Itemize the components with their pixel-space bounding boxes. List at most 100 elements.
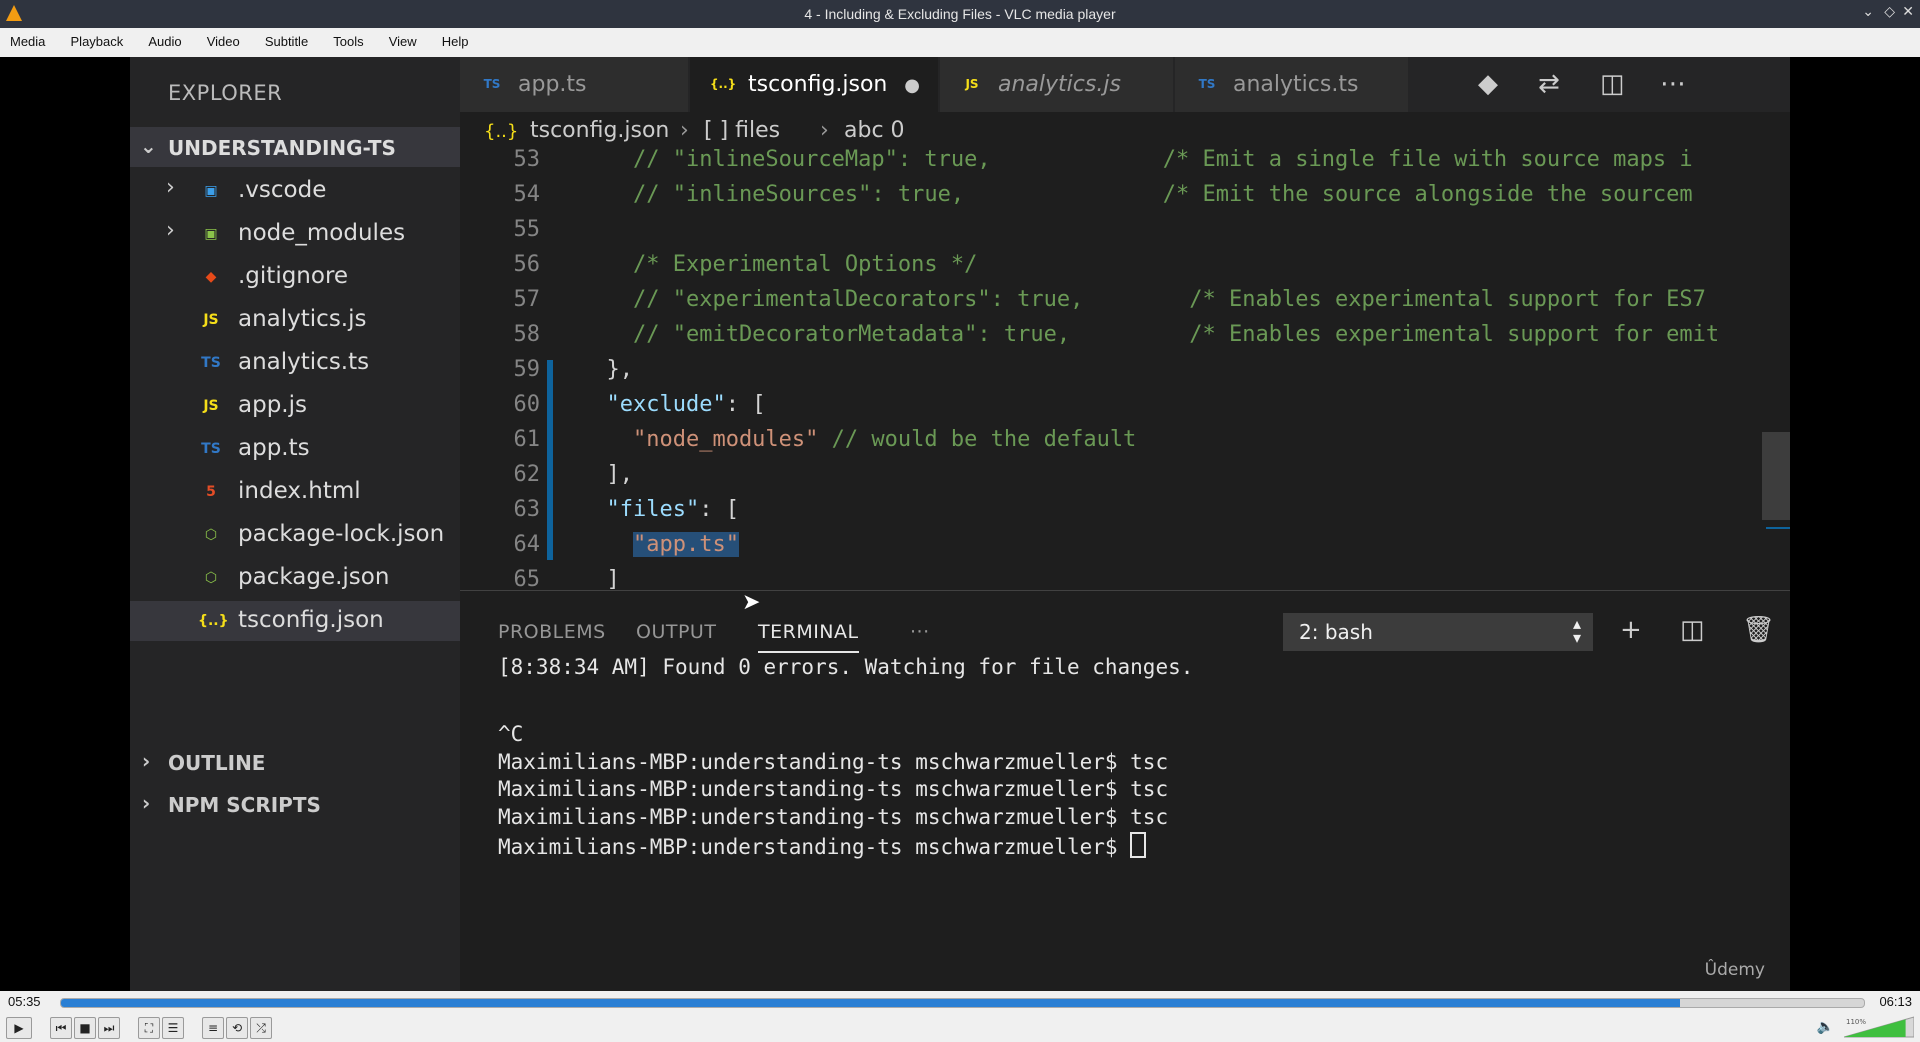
bottom-panel: PROBLEMS OUTPUT TERMINAL ··· 2: bash ▴ ▾ … — [460, 590, 1790, 991]
extended-settings-button[interactable]: ☰ — [162, 1017, 184, 1039]
file-item[interactable]: ◆ .gitignore — [130, 257, 460, 297]
tab-tsconfig-json[interactable]: {..} tsconfig.json ● — [690, 57, 939, 112]
new-terminal-icon[interactable]: + — [1620, 615, 1642, 645]
next-button[interactable]: ⏭ — [98, 1017, 120, 1039]
speaker-icon[interactable]: 🔈 — [1817, 1019, 1834, 1035]
file-item[interactable]: JS analytics.js — [130, 300, 460, 340]
code-token: /* Experimental Options */ — [580, 252, 978, 277]
volume-slider[interactable]: 110% — [1844, 1015, 1914, 1039]
vertical-scrollbar[interactable] — [1762, 432, 1790, 520]
code-line: }, — [580, 357, 633, 382]
code-line: // "experimentalDecorators": true, /* En… — [580, 287, 1706, 312]
modified-lines-indicator — [547, 360, 553, 560]
maximize-icon[interactable]: ◇ — [1884, 4, 1895, 20]
file-item[interactable]: {..} tsconfig.json — [130, 601, 460, 641]
menu-video[interactable]: Video — [197, 28, 250, 49]
code-editor[interactable]: 53 // "inlineSourceMap": true, /* Emit a… — [460, 147, 1790, 627]
shuffle-button[interactable]: ⤮ — [250, 1017, 272, 1039]
terminal-select[interactable]: 2: bash ▴ ▾ — [1283, 613, 1593, 651]
breadcrumb-file[interactable]: tsconfig.json — [530, 118, 669, 143]
outline-section[interactable]: › OUTLINE — [130, 743, 460, 783]
vscode-video-frame: EXPLORER UNDERSTANDING-TS ⌄ › ▣ .vscode › ▣ n… — [130, 57, 1790, 991]
outline-label: OUTLINE — [168, 751, 266, 775]
menu-playback[interactable]: Playback — [61, 28, 134, 49]
file-item[interactable]: ⬡ package-lock.json — [130, 515, 460, 555]
udemy-watermark: Ûdemy — [1704, 960, 1765, 980]
js-file-icon: JS — [203, 398, 219, 414]
code-token: // "emitDecoratorMetadata": true, /* Ena… — [580, 322, 1720, 347]
loop-button[interactable]: ⟲ — [226, 1017, 248, 1039]
chevron-right-icon: › — [166, 218, 175, 243]
more-tabs-icon[interactable]: ··· — [910, 621, 930, 643]
terminal-select-value: 2: bash — [1299, 620, 1373, 644]
file-item[interactable]: TS app.ts — [130, 429, 460, 469]
code-token: "app.ts" — [632, 532, 739, 557]
play-button[interactable]: ▶ — [6, 1017, 32, 1039]
unsaved-dot-icon[interactable]: ● — [904, 75, 920, 96]
previous-button[interactable]: ⏮ — [50, 1017, 72, 1039]
compare-changes-icon[interactable]: ⇄ — [1538, 69, 1560, 99]
code-token: "exclude" — [580, 392, 726, 417]
breadcrumb-item[interactable]: abc 0 — [844, 118, 905, 143]
menu-audio[interactable]: Audio — [138, 28, 191, 49]
code-token: // "inlineSourceMap": true, /* Emit a si… — [580, 147, 1693, 172]
file-item[interactable]: TS analytics.ts — [130, 343, 460, 383]
line-number: 65 — [513, 567, 541, 592]
tab-app-ts[interactable]: TS app.ts — [460, 57, 689, 112]
npm-scripts-section[interactable]: › NPM SCRIPTS — [130, 785, 460, 825]
stop-button[interactable]: ■ — [74, 1017, 96, 1039]
tab-terminal[interactable]: TERMINAL — [758, 621, 859, 653]
explorer-sidebar: EXPLORER UNDERSTANDING-TS ⌄ › ▣ .vscode › ▣ n… — [130, 57, 460, 991]
file-item[interactable]: JS app.js — [130, 386, 460, 426]
tab-output[interactable]: OUTPUT — [636, 621, 716, 643]
vscode-folder-icon: ▣ — [204, 183, 218, 199]
close-icon[interactable]: ✕ — [1902, 4, 1914, 20]
line-number: 60 — [513, 392, 541, 417]
menu-media[interactable]: Media — [0, 28, 55, 49]
file-item[interactable]: 5 index.html — [130, 472, 460, 512]
fullscreen-button[interactable]: ⛶ — [138, 1017, 160, 1039]
seek-slider[interactable] — [60, 998, 1865, 1008]
menu-help[interactable]: Help — [432, 28, 479, 49]
npm-file-icon: ⬡ — [204, 570, 218, 586]
menu-view[interactable]: View — [379, 28, 427, 49]
npm-file-icon: ⬡ — [204, 527, 218, 543]
split-editor-icon[interactable]: ◫ — [1600, 69, 1625, 99]
code-line: "files": [ — [580, 497, 738, 522]
ts-file-icon: TS — [1198, 77, 1216, 91]
file-item[interactable]: › ▣ node_modules — [130, 214, 460, 254]
window-title: 4 - Including & Excluding Files - VLC me… — [804, 6, 1116, 22]
line-number: 55 — [513, 217, 541, 242]
trash-icon[interactable]: 🗑 — [1742, 615, 1775, 645]
code-line: /* Experimental Options */ — [580, 252, 977, 277]
file-item[interactable]: › ▣ .vscode — [130, 171, 460, 211]
project-folder[interactable]: UNDERSTANDING-TS ⌄ — [130, 127, 460, 167]
file-item[interactable]: ⬡ package.json — [130, 558, 460, 598]
terminal-line: [8:38:34 AM] Found 0 errors. Watching fo… — [498, 655, 1193, 679]
node-folder-icon: ▣ — [204, 226, 218, 242]
source-control-icon[interactable]: ◆ — [1478, 69, 1498, 99]
split-terminal-icon[interactable]: ◫ — [1680, 615, 1705, 645]
code-token: ] — [580, 567, 620, 592]
terminal-line-text: Maximilians-MBP:understanding-ts mschwar… — [498, 804, 1169, 829]
menu-subtitle[interactable]: Subtitle — [255, 28, 318, 49]
playlist-button[interactable]: ≡ — [202, 1017, 224, 1039]
menu-tools[interactable]: Tools — [323, 28, 373, 49]
file-item-label: analytics.js — [238, 306, 367, 332]
breadcrumb-files[interactable]: [ ] files — [704, 118, 780, 143]
js-file-icon: JS — [965, 77, 979, 91]
minimize-icon[interactable]: ⌄ — [1862, 4, 1874, 20]
tab-label: analytics.js — [998, 72, 1121, 97]
code-line: ], — [580, 462, 633, 487]
tab-analytics-js[interactable]: JS analytics.js — [940, 57, 1174, 112]
seek-progress — [61, 999, 1681, 1007]
terminal-line: Maximilians-MBP:understanding-ts mschwar… — [498, 750, 1168, 774]
json-file-icon: {..} — [484, 121, 519, 142]
tab-problems[interactable]: PROBLEMS — [498, 621, 606, 643]
code-line: "node_modules" // would be the default — [580, 427, 1136, 452]
tab-analytics-ts[interactable]: TS analytics.ts — [1175, 57, 1409, 112]
file-item-label: index.html — [238, 478, 361, 504]
more-actions-icon[interactable]: ⋯ — [1660, 69, 1686, 99]
file-item-label: node_modules — [238, 220, 406, 246]
line-number: 57 — [513, 287, 541, 312]
